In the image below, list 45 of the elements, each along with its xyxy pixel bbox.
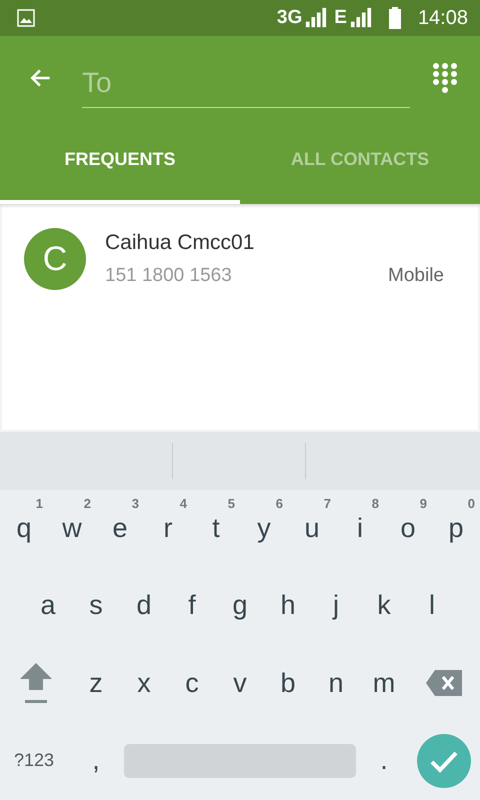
key[interactable]: f <box>168 568 216 644</box>
key[interactable]: z <box>72 645 120 721</box>
key[interactable]: b <box>264 645 312 721</box>
network-type: 3G <box>276 7 302 29</box>
backspace-icon[interactable] <box>425 669 463 697</box>
key[interactable]: 2 w <box>48 490 96 566</box>
key[interactable]: 1 q <box>0 490 48 566</box>
period-key[interactable]: . <box>360 722 408 798</box>
clock: 14:08 <box>418 6 468 30</box>
contact-name: Caihua Cmcc01 <box>105 231 256 255</box>
key[interactable]: 5 t <box>192 490 240 566</box>
image-icon <box>17 9 35 27</box>
key[interactable]: h <box>264 568 312 644</box>
network-type: E <box>334 7 347 29</box>
symbols-key[interactable]: ?123 <box>0 722 72 798</box>
key[interactable]: 9 o <box>384 490 432 566</box>
signal-icon <box>305 6 328 30</box>
dialpad-icon[interactable] <box>432 62 458 94</box>
key[interactable]: v <box>216 645 264 721</box>
key[interactable]: 4 r <box>144 490 192 566</box>
key[interactable]: l <box>408 568 456 644</box>
key[interactable]: n <box>312 645 360 721</box>
recipient-field[interactable]: To <box>82 58 410 108</box>
key[interactable]: s <box>72 568 120 644</box>
key[interactable]: 3 e <box>96 490 144 566</box>
key[interactable]: 6 y <box>240 490 288 566</box>
comma-key[interactable]: , <box>72 722 120 798</box>
key[interactable]: g <box>216 568 264 644</box>
key[interactable]: 0 p <box>432 490 480 566</box>
number-type: Mobile <box>388 265 444 287</box>
check-icon[interactable] <box>417 734 471 788</box>
key[interactable]: k <box>360 568 408 644</box>
key[interactable]: 8 i <box>336 490 384 566</box>
key[interactable]: a <box>24 568 72 644</box>
avatar: C <box>24 228 86 290</box>
battery-icon <box>388 7 401 29</box>
signal-icon <box>350 6 372 30</box>
key[interactable]: d <box>120 568 168 644</box>
key[interactable]: j <box>312 568 360 644</box>
key[interactable]: 7 u <box>288 490 336 566</box>
key[interactable]: c <box>168 645 216 721</box>
shift-key-icon[interactable] <box>18 661 54 705</box>
key[interactable]: x <box>120 645 168 721</box>
phone-number: 151 1800 1563 <box>105 265 232 287</box>
key[interactable]: m <box>360 645 408 721</box>
